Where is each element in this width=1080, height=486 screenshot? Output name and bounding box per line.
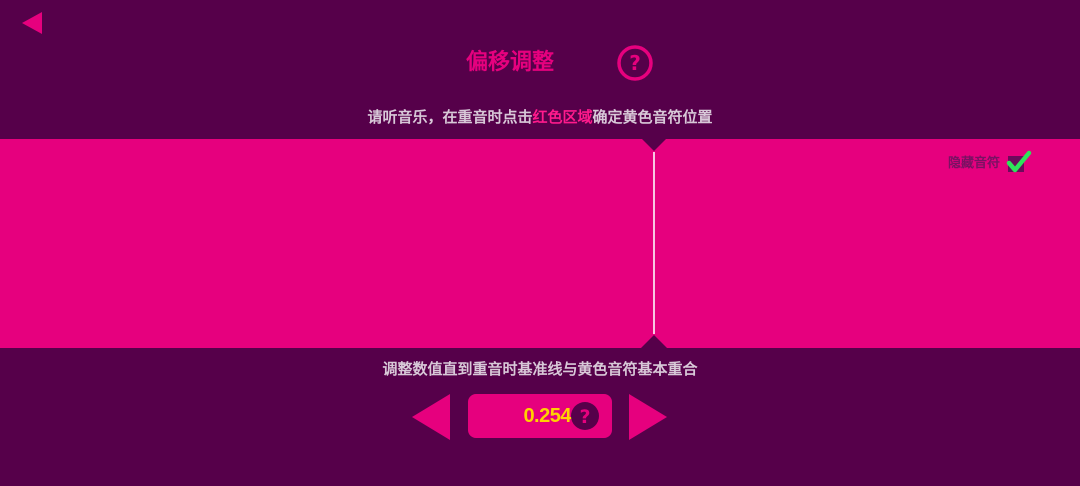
baseline-top-marker	[641, 138, 667, 151]
question-circle-icon: ?	[571, 402, 599, 430]
svg-text:?: ?	[629, 51, 641, 75]
hide-notes-toggle[interactable]: 隐藏音符	[947, 150, 1032, 173]
baseline-bottom-marker	[641, 335, 667, 348]
back-button[interactable]	[22, 11, 44, 35]
increase-offset-button[interactable]	[629, 394, 667, 440]
right-triangle-icon	[629, 394, 667, 440]
offset-hint: 调整数值直到重音时基准线与黄色音符基本重合	[382, 360, 698, 378]
back-triangle-icon	[22, 12, 42, 34]
offset-value-box: 0.254 ?	[468, 394, 612, 438]
svg-text:?: ?	[579, 406, 590, 428]
left-triangle-icon	[412, 394, 450, 440]
help-button[interactable]: ?	[616, 44, 654, 82]
offset-help-button[interactable]: ?	[570, 401, 600, 431]
hide-notes-label: 隐藏音符	[947, 155, 1000, 171]
instruction-suffix: 确定黄色音符位置	[592, 108, 713, 126]
decrease-offset-button[interactable]	[412, 394, 450, 440]
tap-area[interactable]	[0, 139, 1080, 348]
baseline	[653, 152, 655, 334]
page-title: 偏移调整	[0, 47, 1080, 79]
instruction-prefix: 请听音乐，在重音时点击	[367, 108, 533, 126]
page-title-text: 偏移调整	[465, 50, 554, 75]
question-circle-icon: ?	[617, 45, 653, 81]
offset-value: 0.254	[523, 405, 571, 427]
instruction-highlight: 红色区域	[532, 108, 593, 126]
checkmark-icon	[1006, 150, 1032, 173]
hide-notes-checkbox[interactable]	[1006, 150, 1032, 173]
instruction-text: 请听音乐，在重音时点击红色区域确定黄色音符位置	[0, 106, 1080, 128]
